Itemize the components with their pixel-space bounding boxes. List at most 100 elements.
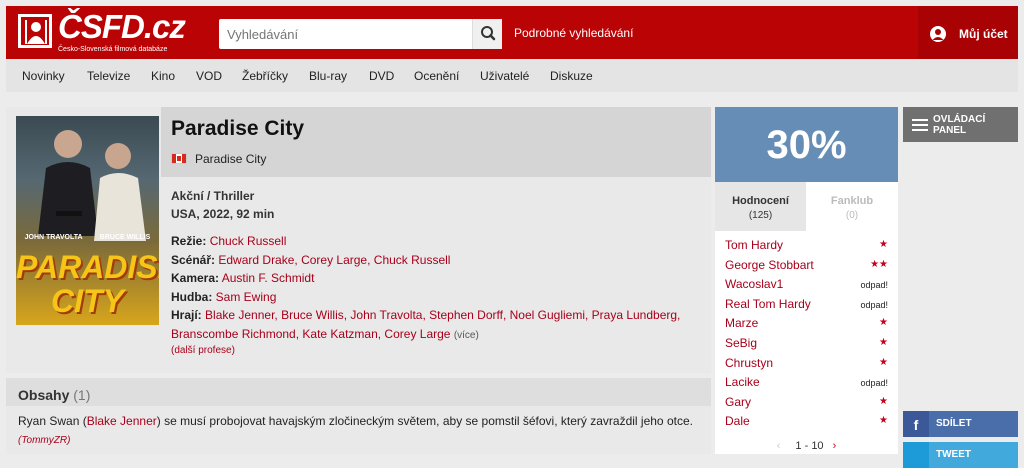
twitter-share-button[interactable]: TWEET [903,442,1018,468]
account-button[interactable]: Můj účet [918,6,1018,59]
user-icon [930,26,946,42]
camera-label: Kamera: [171,271,220,285]
search-button[interactable] [472,19,502,49]
user-link[interactable]: Tom Hardy [725,238,783,252]
poster-title: PARADISE CITY [16,249,159,319]
user-link[interactable]: Chrustyn [725,356,773,370]
poster-actor-2: BRUCE WILLIS [99,234,151,241]
list-item: Real Tom Hardy odpad! [715,296,898,316]
list-item: Chrustyn ★ [715,355,898,375]
pager-range: 1 - 10 [795,440,824,452]
list-item: Tom Hardy ★ [715,237,898,257]
top-bar: ČSFD.cz Česko-Slovenská filmová databáze… [6,6,1018,59]
user-rating-text: odpad! [860,299,888,310]
film-poster[interactable]: JOHN TRAVOLTA BRUCE WILLIS PARADISE CITY [16,116,159,325]
writer-row: Scénář: Edward Drake, Corey Large, Chuck… [171,251,691,270]
director-row: Režie: Chuck Russell [171,232,691,251]
rating-panel: 30% Hodnocení (125) Fanklub (0) Tom Hard… [715,107,898,454]
plot-count: (1) [73,387,91,403]
writer-links[interactable]: Edward Drake, Corey Large, Chuck Russell [218,253,450,267]
plot-actor-link[interactable]: Blake Jenner [87,414,157,428]
user-ratings-list: Tom Hardy ★ George Stobbart ★★ Wacoslav1… [715,237,898,433]
nav-item-oceneni[interactable]: Ocenění [414,69,459,83]
cast-links[interactable]: Blake Jenner, Bruce Willis, John Travolt… [171,308,680,341]
user-rating-stars: ★ [879,395,888,407]
plot-text-end: ) se musí probojovat havajským zločineck… [156,414,693,428]
nav-item-novinky[interactable]: Novinky [22,69,65,83]
tab-ratings[interactable]: Hodnocení (125) [715,182,806,231]
nav-item-diskuze[interactable]: Diskuze [550,69,593,83]
pager-next-button[interactable]: › [833,440,837,452]
music-label: Hudba: [171,289,213,304]
tab-fanclub[interactable]: Fanklub (0) [806,182,898,231]
nav-item-bluray[interactable]: Blu-ray [309,69,347,83]
music-link[interactable]: Sam Ewing [216,290,277,304]
poster-actor-1: JOHN TRAVOLTA [24,234,83,241]
camera-row: Kamera: Austin F. Schmidt [171,269,691,288]
nav-item-televize[interactable]: Televize [87,69,130,83]
user-rating-stars: ★★ [870,258,888,270]
search-box [219,19,502,49]
more-professions-link[interactable]: (další profese) [171,345,235,356]
control-panel-button[interactable]: OVLÁDACÍ PANEL [903,107,1018,142]
list-item: SeBig ★ [715,335,898,355]
list-item: Gary ★ [715,394,898,414]
logo-text: ČSFD.cz [58,8,186,45]
facebook-share-label: SDÍLET [936,418,972,429]
cast-row: Hrají: Blake Jenner, Bruce Willis, John … [171,306,691,345]
user-rating-stars: ★ [879,415,888,427]
list-item: Dale ★ [715,413,898,433]
nav-item-dvd[interactable]: DVD [369,69,394,83]
poster-actor-names: JOHN TRAVOLTA BRUCE WILLIS [16,234,159,241]
logo-film-icon [18,14,52,48]
camera-link[interactable]: Austin F. Schmidt [222,271,315,285]
user-link[interactable]: Marze [725,316,758,330]
film-info-panel: JOHN TRAVOLTA BRUCE WILLIS PARADISE CITY… [6,107,711,373]
list-item: Marze ★ [715,315,898,335]
facebook-share-button[interactable]: f SDÍLET [903,411,1018,437]
pager-prev-button[interactable]: ‹ [777,440,781,452]
facebook-icon: f [903,411,929,437]
user-rating-stars: ★ [879,317,888,329]
advanced-search-link[interactable]: Podrobné vyhledávání [514,26,633,40]
plot-header: Obsahy (1) [6,378,711,406]
director-label: Režie: [171,234,207,248]
user-link[interactable]: Real Tom Hardy [725,297,811,311]
search-icon [481,26,496,41]
nav-item-vod[interactable]: VOD [196,69,222,83]
user-rating-stars: ★ [879,336,888,348]
plot-text-start: Ryan Swan ( [18,414,87,428]
director-link[interactable]: Chuck Russell [210,234,287,248]
tab-ratings-label: Hodnocení [732,195,789,207]
user-rating-stars: ★ [879,239,888,250]
plot-title: Obsahy (1) [18,387,90,403]
user-link[interactable]: SeBig [725,336,757,350]
user-rating-text: odpad! [860,280,888,291]
user-link[interactable]: Dale [725,414,750,428]
plot-author-link[interactable]: (TommyZR) [18,435,70,446]
plot-text: Ryan Swan (Blake Jenner) se musí probojo… [18,412,703,450]
nav-item-kino[interactable]: Kino [151,69,175,83]
original-title: Paradise City [195,152,267,166]
user-link[interactable]: George Stobbart [725,258,814,272]
list-item: George Stobbart ★★ [715,257,898,277]
user-link[interactable]: Lacike [725,375,760,389]
rating-box: 30% [715,107,898,182]
ratings-pager: ‹ 1 - 10 › [715,440,898,452]
film-origin: USA, 2022, 92 min [171,207,275,221]
site-logo[interactable]: ČSFD.cz Česko-Slovenská filmová databáze [18,8,186,54]
menu-icon [912,119,928,134]
canada-flag-icon [171,153,187,164]
film-creators: Režie: Chuck Russell Scénář: Edward Drak… [171,232,691,345]
music-row: Hudba: Sam Ewing [171,288,691,307]
user-link[interactable]: Wacoslav1 [725,277,783,291]
rating-value: 30% [766,123,847,167]
nav-item-uzivatele[interactable]: Uživatelé [480,69,529,83]
twitter-share-label: TWEET [936,449,971,460]
search-input[interactable] [219,19,469,49]
user-link[interactable]: Gary [725,395,751,409]
cast-more-link[interactable]: (více) [454,330,479,341]
cast-label: Hrají: [171,308,202,322]
tab-ratings-count: (125) [748,210,773,221]
nav-item-zebricky[interactable]: Žebříčky [242,69,288,83]
